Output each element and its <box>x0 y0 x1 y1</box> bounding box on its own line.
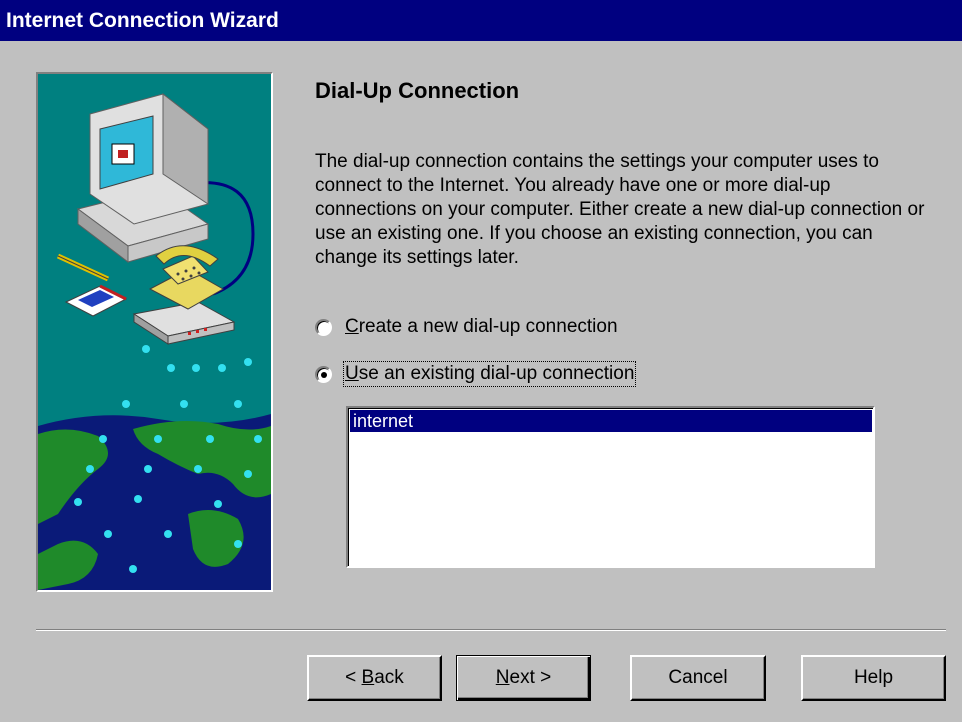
help-button[interactable]: Help <box>801 655 946 701</box>
radio-dot-icon <box>321 371 327 378</box>
radio-create-new[interactable]: Create a new dial-up connection <box>315 314 618 340</box>
connection-list[interactable]: internet <box>346 406 875 568</box>
page-description: The dial-up connection contains the sett… <box>315 151 925 268</box>
back-button[interactable]: < Back <box>307 655 442 701</box>
radio-use-existing-label[interactable]: Use an existing dial-up connection <box>342 361 637 387</box>
window-title: Internet Connection Wizard <box>6 9 279 32</box>
page-heading: Dial-Up Connection <box>315 78 520 103</box>
radio-button-icon[interactable] <box>315 318 332 336</box>
next-button[interactable]: Next > <box>456 655 591 701</box>
separator <box>36 629 946 631</box>
radio-button-selected-icon[interactable] <box>315 365 332 383</box>
radio-create-new-label[interactable]: Create a new dial-up connection <box>345 316 618 338</box>
title-bar: Internet Connection Wizard <box>0 0 962 41</box>
list-item[interactable]: internet <box>350 410 872 432</box>
radio-use-existing[interactable]: Use an existing dial-up connection <box>315 361 637 387</box>
cancel-button[interactable]: Cancel <box>630 655 766 701</box>
computer-telephone-globe-icon <box>38 74 271 590</box>
wizard-illustration <box>36 72 273 592</box>
